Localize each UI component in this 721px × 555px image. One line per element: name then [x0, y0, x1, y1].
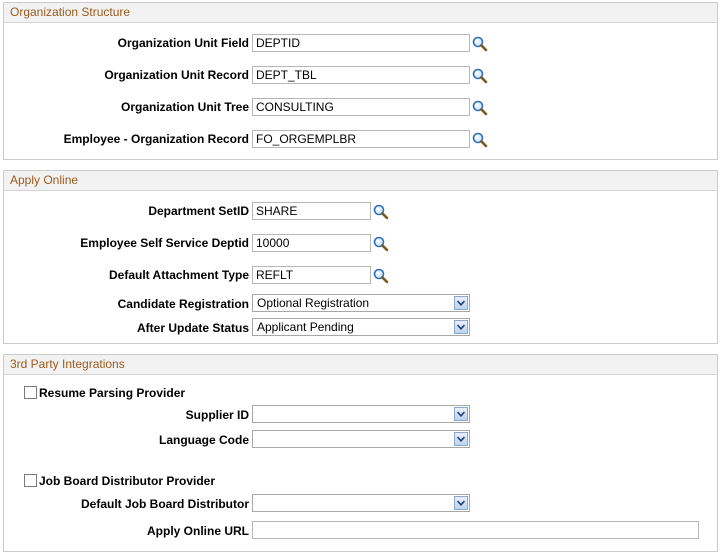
- department-setid-label: Department SetID: [148, 204, 249, 218]
- default-job-board-select[interactable]: [252, 494, 470, 512]
- org-unit-tree-input[interactable]: CONSULTING: [252, 98, 470, 116]
- candidate-registration-select[interactable]: Optional Registration: [252, 294, 470, 312]
- ess-deptid-label: Employee Self Service Deptid: [80, 236, 249, 250]
- third-party-header: 3rd Party Integrations: [4, 355, 717, 375]
- org-unit-field-input[interactable]: DEPTID: [252, 34, 470, 52]
- apply-online-url-input[interactable]: [252, 521, 699, 539]
- apply-online-header: Apply Online: [4, 171, 717, 191]
- org-unit-tree-label: Organization Unit Tree: [120, 100, 249, 114]
- job-board-checkbox[interactable]: [24, 474, 37, 487]
- department-setid-input[interactable]: SHARE: [252, 202, 371, 220]
- candidate-registration-value: Optional Registration: [257, 296, 370, 310]
- resume-parsing-checkbox[interactable]: [24, 386, 37, 399]
- resume-parsing-label: Resume Parsing Provider: [39, 386, 186, 400]
- after-update-status-select[interactable]: Applicant Pending: [252, 318, 470, 336]
- magnifier-lookup-icon[interactable]: [472, 68, 488, 84]
- chevron-down-icon[interactable]: [454, 296, 468, 310]
- default-attachment-type-input[interactable]: REFLT: [252, 266, 371, 284]
- org-unit-record-label: Organization Unit Record: [104, 68, 249, 82]
- language-code-select[interactable]: [252, 430, 470, 448]
- chevron-down-icon[interactable]: [454, 496, 468, 510]
- employee-org-record-label: Employee - Organization Record: [63, 132, 249, 146]
- language-code-label: Language Code: [158, 433, 249, 447]
- chevron-down-icon[interactable]: [454, 432, 468, 446]
- magnifier-lookup-icon[interactable]: [472, 36, 488, 52]
- default-job-board-label: Default Job Board Distributor: [80, 497, 249, 511]
- ess-deptid-input[interactable]: 10000: [252, 234, 371, 252]
- candidate-registration-label: Candidate Registration: [117, 297, 249, 311]
- org-unit-record-input[interactable]: DEPT_TBL: [252, 66, 470, 84]
- supplier-id-label: Supplier ID: [185, 408, 249, 422]
- job-board-label: Job Board Distributor Provider: [39, 474, 216, 488]
- after-update-status-label: After Update Status: [136, 321, 249, 335]
- magnifier-lookup-icon[interactable]: [373, 236, 389, 252]
- after-update-status-value: Applicant Pending: [257, 320, 354, 334]
- employee-org-record-input[interactable]: FO_ORGEMPLBR: [252, 130, 470, 148]
- chevron-down-icon[interactable]: [454, 407, 468, 421]
- chevron-down-icon[interactable]: [454, 320, 468, 334]
- apply-online-url-label: Apply Online URL: [147, 524, 249, 538]
- magnifier-lookup-icon[interactable]: [472, 100, 488, 116]
- default-attachment-type-label: Default Attachment Type: [108, 268, 249, 282]
- supplier-id-select[interactable]: [252, 405, 470, 423]
- magnifier-lookup-icon[interactable]: [472, 132, 488, 148]
- magnifier-lookup-icon[interactable]: [373, 268, 389, 284]
- org-unit-field-label: Organization Unit Field: [117, 36, 249, 50]
- org-structure-header: Organization Structure: [4, 3, 717, 23]
- magnifier-lookup-icon[interactable]: [373, 204, 389, 220]
